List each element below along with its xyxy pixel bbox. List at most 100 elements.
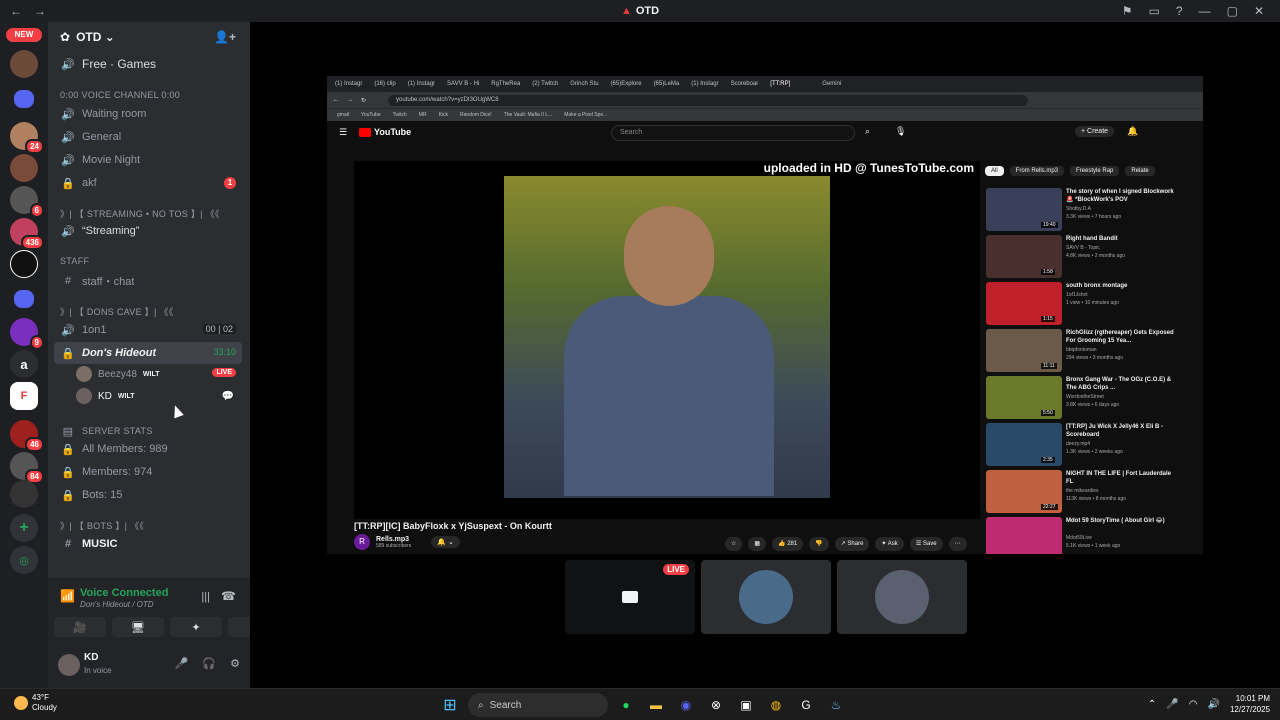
microphone-icon[interactable]: 🎙 (895, 126, 906, 137)
ask-button[interactable]: ✦ Ask (875, 537, 904, 551)
browser-tab[interactable]: (65)Explore (611, 81, 642, 87)
microphone-icon[interactable]: 🎤 (175, 657, 189, 670)
voice-user-beezy48[interactable]: Beezy48 WILT LIVE (76, 364, 242, 384)
recommendation-item[interactable]: 5:50 Bronx Gang War - The OGz (C.O.E) & T… (985, 376, 1199, 420)
forward-arrow-icon[interactable]: → (34, 4, 46, 18)
server-header[interactable]: ✿ OTD ⌄ 👤+ (48, 22, 250, 52)
disconnect-icon[interactable]: ☎ (221, 589, 236, 603)
star-icon[interactable]: ☆ (725, 537, 743, 551)
recommendation-item[interactable]: 19:40 The story of when I signed Blockwor… (985, 188, 1199, 232)
bookmark[interactable]: Random Dice! (460, 112, 492, 118)
chrome-icon[interactable]: ◍ (764, 693, 788, 717)
server-icon[interactable] (10, 480, 38, 508)
participant-tile[interactable] (837, 560, 967, 634)
help-icon[interactable]: ? (1176, 4, 1183, 18)
screen-share-button[interactable]: 🖥 (112, 617, 164, 637)
spotify-icon[interactable]: ● (614, 693, 638, 717)
server-icon[interactable]: a (10, 350, 38, 378)
reload-icon[interactable]: ↻ (361, 97, 366, 104)
server-icon[interactable] (10, 154, 38, 182)
channel-free-games[interactable]: 🔊 Free · Games (54, 53, 242, 75)
create-button[interactable]: + Create (1075, 126, 1115, 137)
recommendation-item[interactable]: 1:15 south bronx montage 1of1Jshot 1 view •… (985, 282, 1199, 326)
camera-off-button[interactable]: 🎥 (54, 617, 106, 637)
channel-avatar[interactable]: R (354, 534, 370, 550)
inbox-icon[interactable]: ⚑ (1122, 4, 1133, 18)
channel-waiting-room[interactable]: 🔊 Waiting room (54, 103, 242, 125)
recommendation-item[interactable]: 22:27 NIGHT IN THE LIFE | Fort Lauderdale… (985, 470, 1199, 514)
channel-general[interactable]: 🔊 General (54, 126, 242, 148)
stream-tile-live[interactable]: LIVE (565, 560, 695, 634)
discord-icon[interactable]: ◉ (674, 693, 698, 717)
recommendation-item[interactable]: 2:35 [TT:RP] Ju Wick X Jelly46 X Eli B - … (985, 423, 1199, 467)
chip[interactable]: Freestyle Rap (1070, 166, 1120, 176)
recommendation-item[interactable]: Mdot 59 StoryTime ( About Girl 😂) Mdot59L… (985, 517, 1199, 554)
channel-dons-hideout[interactable]: 🔒 Don's Hideout 33:10 (54, 342, 242, 364)
epic-games-icon[interactable]: ▣ (734, 693, 758, 717)
menu-icon[interactable]: ☰ (339, 127, 347, 138)
channel-staff-chat[interactable]: # staff・chat (54, 270, 242, 292)
shared-screen[interactable]: (1) Instagr (16) clip (1) Instagr SAVV B… (327, 76, 1203, 554)
minimize-button[interactable]: — (1199, 4, 1211, 18)
channel-bots[interactable]: 🔒 Bots: 15 (54, 484, 242, 506)
browser-tab[interactable]: SAVV B - Hi (447, 81, 479, 87)
youtube-logo[interactable]: YouTube (359, 127, 411, 138)
like-button[interactable]: 👍 281 (772, 537, 804, 551)
steam-icon[interactable]: ♨ (824, 693, 848, 717)
forward-icon[interactable]: → (347, 97, 353, 103)
browser-tab[interactable]: Grinch Stu (570, 81, 598, 87)
more-icon[interactable]: ⋯ (948, 537, 967, 551)
screen-icon[interactable]: ▭ (1149, 4, 1160, 18)
server-icon[interactable]: 9 (10, 318, 44, 350)
folder-icon[interactable] (14, 290, 34, 308)
bookmark[interactable]: YouTube (361, 112, 381, 118)
chip[interactable]: Relate (1125, 166, 1155, 176)
recommendation-item[interactable]: 1:58 Right hand Bandit SAVV B - Topic 4.8K … (985, 235, 1199, 279)
folder-icon[interactable] (14, 90, 34, 108)
channel-akf[interactable]: 🔒 akf 1 (54, 172, 242, 194)
voice-user-kd[interactable]: KD WILT 💬 (76, 386, 242, 406)
server-icon[interactable]: 6 (10, 186, 44, 218)
chevron-up-icon[interactable]: ⌃ (1148, 699, 1156, 710)
channel-movie-night[interactable]: 🔊 Movie Night (54, 149, 242, 171)
gemini-button[interactable]: Gemini (822, 81, 841, 87)
browser-tab[interactable]: (2) Twitch (532, 81, 558, 87)
category-staff[interactable]: STAFF (54, 250, 242, 272)
browser-tab[interactable]: (65)LeMa (654, 81, 680, 87)
start-button[interactable]: ⊞ (438, 693, 462, 717)
back-arrow-icon[interactable]: ← (10, 4, 22, 18)
browser-tab[interactable]: Scoreboar (731, 81, 759, 87)
back-icon[interactable]: ← (333, 97, 339, 103)
recommendation-item[interactable]: 11:11 RichGlizz (rgthereaper) Gets Expose… (985, 329, 1199, 373)
bookmark[interactable]: The Vault: Mafia II L... (504, 112, 553, 118)
video-player[interactable]: uploaded in HD @ TunesToTube.com (354, 161, 980, 519)
participant-tile[interactable] (701, 560, 831, 634)
server-icon[interactable] (10, 50, 38, 78)
browser-tab-active[interactable]: [TT:RP] (770, 81, 790, 87)
channel-name[interactable]: Rells.mp3 (376, 536, 411, 543)
browser-tab[interactable]: (1) Instagr (408, 81, 435, 87)
microphone-icon[interactable]: 🎤 (1166, 699, 1178, 710)
add-member-icon[interactable]: 👤+ (214, 30, 236, 44)
server-icon-otd[interactable]: F (10, 382, 38, 410)
subscribed-bell-button[interactable]: 🔔 ⌄ (431, 536, 460, 548)
wifi-icon[interactable]: ◠ (1189, 699, 1198, 710)
address-bar[interactable]: youtube.com/watch?v=yzDt3OUgWC8 (388, 94, 1029, 106)
browser-tab[interactable]: (1) Instagr (691, 81, 718, 87)
channel-members[interactable]: 🔒 Members: 974 (54, 461, 242, 483)
chip-all[interactable]: All (985, 166, 1004, 176)
bell-icon[interactable]: 🔔 (1127, 126, 1138, 137)
browser-tab[interactable]: (16) clip (374, 81, 395, 87)
channel-music[interactable]: # MUSIC (54, 533, 242, 555)
browser-tab[interactable]: (1) Instagr (335, 81, 362, 87)
bookmark[interactable]: gmail (337, 112, 349, 118)
grid-icon[interactable]: ▦ (748, 537, 767, 551)
weather-widget[interactable]: 43°F Cloudy (14, 693, 57, 713)
server-icon[interactable]: 84 (10, 452, 44, 484)
bookmark[interactable]: Kick (439, 112, 448, 118)
discover-icon[interactable]: ◎ (10, 546, 38, 574)
bookmark[interactable]: MR (419, 112, 427, 118)
gear-icon[interactable]: ⚙ (230, 657, 240, 670)
taskbar-search[interactable]: ⌕ Search (468, 693, 608, 717)
server-icon[interactable]: 436 (10, 218, 44, 250)
